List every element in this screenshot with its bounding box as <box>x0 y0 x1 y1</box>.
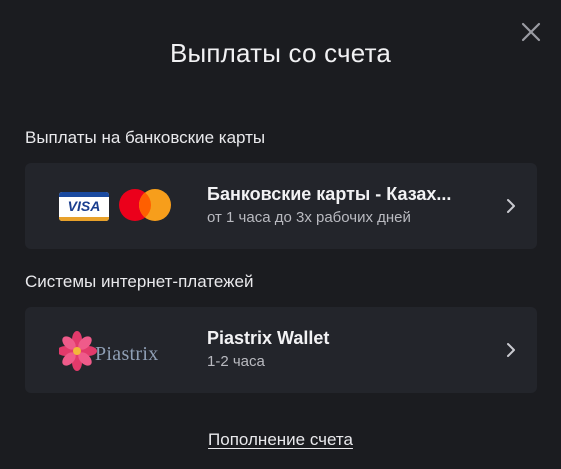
method-subtitle: от 1 часа до 3х рабочих дней <box>207 209 411 226</box>
section-label-internet-payments: Системы интернет-платежей <box>25 272 254 291</box>
modal-title: Выплаты со счета <box>169 38 392 68</box>
method-title: Piastrix Wallet <box>207 328 330 348</box>
deposit-link-container: Пополнение счета <box>0 430 561 450</box>
section-label-bank-cards: Выплаты на банковские карты <box>25 128 266 147</box>
visa-logo: VISA <box>59 192 109 221</box>
chevron-right-icon <box>507 199 515 213</box>
payout-method-bank-cards[interactable]: VISA Банковские карты - Казах... от 1 ча… <box>25 163 537 249</box>
withdrawal-modal: Выплаты со счета Выплаты на банковские к… <box>0 0 561 469</box>
deposit-link[interactable]: Пополнение счета <box>208 430 353 449</box>
method-title: Банковские карты - Казах... <box>207 184 452 204</box>
chevron-right-icon <box>507 343 515 357</box>
visa-logo-text: VISA <box>67 198 101 214</box>
payout-method-piastrix[interactable]: Piastrix Piastrix Wallet 1-2 часа <box>25 307 537 393</box>
piastrix-logo-text: Piastrix <box>95 343 159 365</box>
method-subtitle: 1-2 часа <box>207 353 265 370</box>
mastercard-logo <box>119 189 171 221</box>
